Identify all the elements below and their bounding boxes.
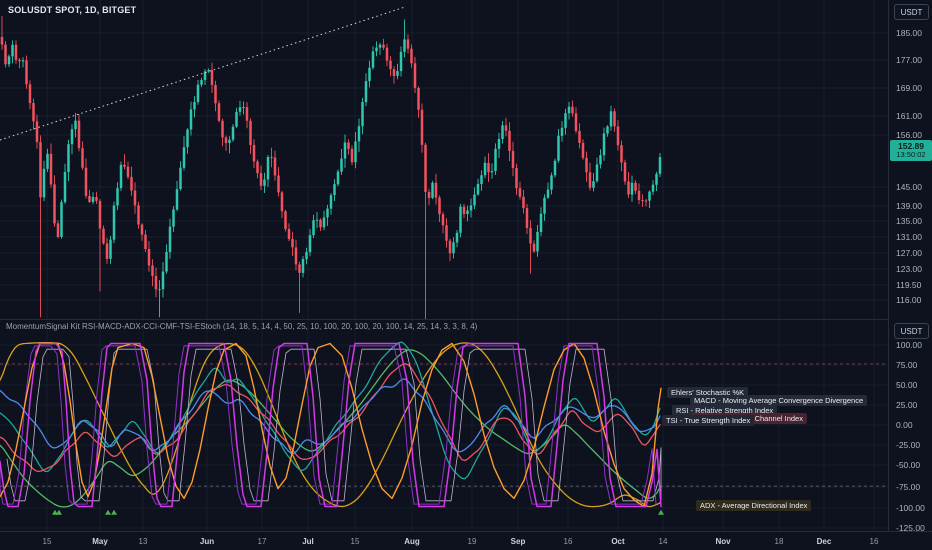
time-axis-label: Jul <box>302 537 314 546</box>
oscillator-line-rsi <box>0 378 661 455</box>
trading-app-window: SOLUSDT SPOT, 1D, BITGET MomentumSignal … <box>0 0 932 550</box>
indicator-axis-tick: -50.00 <box>896 460 921 470</box>
indicator-axis-tick: 0.00 <box>896 420 913 430</box>
indicator-axis-tick: 75.00 <box>896 360 918 370</box>
price-axis-tick: 116.00 <box>896 295 922 305</box>
price-axis-tick: 123.00 <box>896 264 922 274</box>
time-axis-label: Nov <box>715 537 731 546</box>
buy-signal-triangle <box>111 509 117 515</box>
indicator-axis-tick: -25.00 <box>896 440 921 450</box>
time-axis-label: Oct <box>611 537 625 546</box>
price-axis-tick: 161.00 <box>896 111 922 121</box>
time-axis-label: 19 <box>467 537 477 546</box>
buy-signal-triangle <box>105 509 111 515</box>
time-axis-label: 13 <box>138 537 148 546</box>
time-axis-label: 16 <box>563 537 573 546</box>
indicator-axis-tick: 100.00 <box>896 340 922 350</box>
indicator-title[interactable]: MomentumSignal Kit RSI-MACD-ADX-CCI-CMF-… <box>6 322 477 331</box>
main-chart-canvas[interactable] <box>0 0 888 319</box>
indicator-axis-tick: -75.00 <box>896 482 921 492</box>
time-axis-label: Dec <box>816 537 832 546</box>
last-price-badge[interactable]: 152.89 13:50:02 <box>890 140 932 161</box>
pane-separator[interactable] <box>0 319 932 321</box>
price-axis-tick: 156.00 <box>896 130 922 140</box>
time-axis-label: 15 <box>350 537 360 546</box>
label-tsi: TSI - True Strength Index <box>662 415 755 426</box>
time-axis-label: 15 <box>42 537 52 546</box>
price-axis-tick: 139.00 <box>896 201 922 211</box>
indicator-axis-tick: 25.00 <box>896 400 918 410</box>
price-axis-tick: 135.00 <box>896 216 922 226</box>
price-axis-tick: 131.00 <box>896 232 922 242</box>
time-axis[interactable]: Apr15May13Jun17Jul15Aug19Sep16Oct14Nov18… <box>0 531 932 550</box>
time-axis-label: 17 <box>257 537 267 546</box>
bar-countdown: 13:50:02 <box>896 150 926 160</box>
time-axis-label: 14 <box>658 537 668 546</box>
price-axis-tick: 185.00 <box>896 28 922 38</box>
time-axis-label: Aug <box>404 537 420 546</box>
indicator-axis-tick: 50.00 <box>896 380 918 390</box>
time-axis-label: Jun <box>199 537 215 546</box>
label-adx: ADX - Average Directional Index <box>696 500 812 511</box>
time-axis-label: May <box>92 537 108 546</box>
time-axis-label: 18 <box>774 537 784 546</box>
buy-signal-triangle <box>56 509 62 515</box>
currency-button-main[interactable]: USDT <box>894 4 929 20</box>
price-axis[interactable]: USDT USDT 185.00 177.00 169.00 161.00 156.00… <box>888 0 932 533</box>
price-axis-tick: 119.50 <box>896 280 922 290</box>
currency-button-indicator[interactable]: USDT <box>894 323 929 339</box>
symbol-title[interactable]: SOLUSDT SPOT, 1D, BITGET <box>8 5 136 15</box>
indicator-axis-tick: -100.00 <box>896 503 925 513</box>
price-axis-tick: 177.00 <box>896 55 922 65</box>
price-axis-tick: 127.00 <box>896 248 922 258</box>
price-axis-tick: 145.00 <box>896 182 922 192</box>
time-axis-label: 16 <box>869 537 879 546</box>
price-axis-tick: 169.00 <box>896 83 922 93</box>
time-axis-label: Sep <box>510 537 526 546</box>
